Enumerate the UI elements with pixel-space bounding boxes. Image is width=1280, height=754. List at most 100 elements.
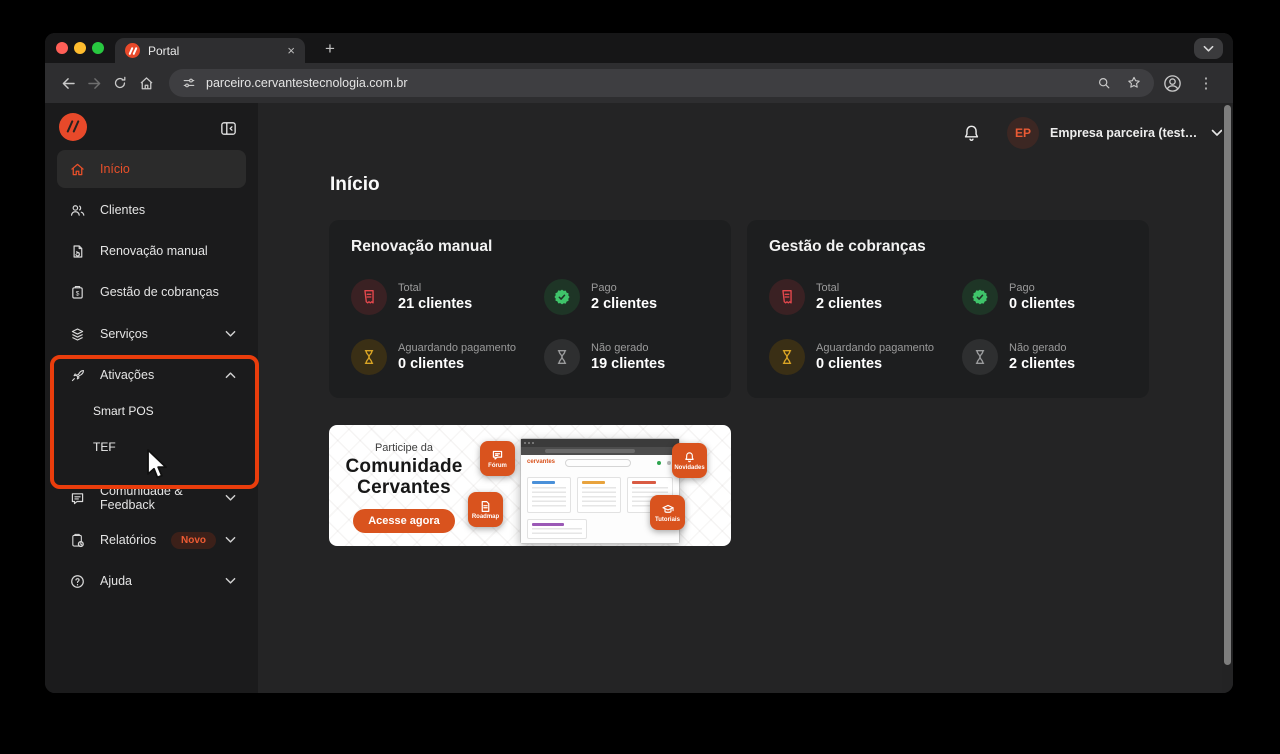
chat-icon (69, 489, 87, 507)
tab-search-button[interactable] (1194, 38, 1223, 59)
stat-total: Total 2 clientes (769, 279, 882, 315)
sidebar-item-ajuda[interactable]: Ajuda (57, 562, 246, 600)
new-tab-button[interactable]: + (325, 39, 335, 59)
sidebar-item-label: Clientes (100, 203, 146, 217)
collapse-sidebar-icon[interactable] (219, 119, 238, 143)
roadmap-file-icon (481, 500, 490, 512)
billing-clipboard-icon: $ (69, 283, 87, 301)
chevron-up-icon (225, 371, 236, 379)
hourglass-icon (962, 339, 998, 375)
stat-label: Aguardando pagamento (816, 342, 935, 354)
stat-pago: Pago 0 clientes (962, 279, 1075, 315)
reload-button[interactable] (107, 70, 133, 96)
header-right: EP Empresa parceira (test… (961, 117, 1223, 149)
sidebar-subitem-tef[interactable]: TEF (57, 429, 246, 465)
roadmap-tile[interactable]: Roadmap (468, 492, 503, 527)
cervantes-favicon (125, 43, 140, 58)
stat-label: Não gerado (591, 342, 649, 354)
sidebar-item-relatorios[interactable]: Relatórios Novo (57, 521, 246, 559)
stat-label: Aguardando pagamento (398, 342, 517, 354)
fullscreen-window-button[interactable] (92, 42, 104, 54)
banner-cta-button[interactable]: Acesse agora (353, 509, 455, 533)
account-avatar[interactable]: EP (1007, 117, 1039, 149)
stat-total: Total 21 clientes (351, 279, 472, 315)
sidebar-item-inicio[interactable]: Início (57, 150, 246, 188)
novidades-tile[interactable]: Novidades (672, 443, 707, 478)
stat-label: Pago (1009, 282, 1035, 294)
search-icon[interactable] (1096, 75, 1112, 91)
chevron-down-icon (1203, 45, 1214, 52)
sidebar-subitem-label: Smart POS (93, 404, 154, 418)
sidebar-item-gestao-cobrancas[interactable]: $ Gestão de cobranças (57, 273, 246, 311)
stat-label: Total (398, 282, 422, 294)
card-gestao-cobrancas: Gestão de cobranças Total 2 clientes Pag… (747, 220, 1149, 398)
home-icon (69, 160, 87, 178)
tile-label: Tutoriais (655, 516, 680, 523)
stat-value: 2 clientes (1009, 356, 1076, 372)
card-title: Renovação manual (351, 238, 493, 255)
novo-badge: Novo (171, 531, 216, 549)
home-button[interactable] (133, 70, 159, 96)
sidebar-item-renovacao-manual[interactable]: Renovação manual (57, 232, 246, 270)
forward-button[interactable] (81, 70, 107, 96)
hourglass-icon (769, 339, 805, 375)
sidebar-subitem-label: TEF (93, 440, 116, 454)
stat-nao-gerado: Não gerado 2 clientes (962, 339, 1075, 375)
account-name[interactable]: Empresa parceira (test… (1050, 126, 1197, 140)
site-settings-icon[interactable] (181, 75, 197, 91)
chevron-down-icon (225, 577, 236, 585)
profile-icon[interactable] (1162, 73, 1183, 94)
cervantes-logo (59, 113, 87, 141)
tile-label: Novidades (674, 464, 705, 471)
hourglass-icon (351, 339, 387, 375)
sidebar-item-comunidade-feedback[interactable]: Comunidade & Feedback (57, 479, 246, 517)
stat-label: Pago (591, 282, 617, 294)
preview-logo: cervantes (527, 459, 556, 465)
graduation-cap-icon (661, 504, 674, 513)
browser-toolbar: parceiro.cervantestecnologia.com.br ⋮ (45, 63, 1233, 103)
svg-text:$: $ (76, 290, 80, 297)
sidebar-item-label: Serviços (100, 327, 148, 341)
back-button[interactable] (55, 70, 81, 96)
address-bar[interactable]: parceiro.cervantestecnologia.com.br (169, 69, 1154, 97)
close-window-button[interactable] (56, 42, 68, 54)
tutoriais-tile[interactable]: Tutoriais (650, 495, 685, 530)
banner-title-line1: Comunidade (345, 456, 463, 477)
scrollbar-thumb[interactable] (1224, 105, 1231, 665)
receipt-icon (769, 279, 805, 315)
seal-check-icon (962, 279, 998, 315)
rocket-icon (69, 366, 87, 384)
tile-label: Fórum (488, 462, 507, 469)
chevron-down-icon (225, 330, 236, 338)
sidebar-item-label: Ativações (100, 368, 155, 382)
stat-label: Total (816, 282, 840, 294)
chevron-down-icon (225, 494, 236, 502)
sidebar-item-label: Início (100, 162, 130, 176)
sidebar-item-label: Comunidade & Feedback (100, 484, 183, 512)
community-banner[interactable]: Participe da Comunidade Cervantes Acesse… (329, 425, 731, 546)
minimize-window-button[interactable] (74, 42, 86, 54)
browser-menu-icon[interactable]: ⋮ (1193, 70, 1219, 96)
sidebar-item-servicos[interactable]: Serviços (57, 315, 246, 353)
page-scrollbar[interactable] (1222, 103, 1233, 693)
close-tab-icon[interactable]: × (287, 44, 295, 57)
tab-portal[interactable]: Portal × (115, 38, 305, 63)
page-title: Início (330, 174, 380, 195)
stat-value: 19 clientes (591, 356, 666, 372)
tab-strip: Portal × + (45, 33, 1233, 63)
sidebar-item-clientes[interactable]: Clientes (57, 191, 246, 229)
help-icon (69, 572, 87, 590)
stat-value: 21 clientes (398, 296, 473, 312)
banner-text-block: Participe da Comunidade Cervantes Acesse… (339, 442, 469, 533)
sidebar-item-ativacoes[interactable]: Ativações (57, 356, 246, 394)
sidebar-subitem-smart-pos[interactable]: Smart POS (57, 393, 246, 429)
document-renew-icon (69, 242, 87, 260)
stat-label: Não gerado (1009, 342, 1067, 354)
forum-tile[interactable]: Fórum (480, 441, 515, 476)
bookmark-star-icon[interactable] (1126, 75, 1142, 91)
notifications-bell-icon[interactable] (961, 123, 982, 144)
sidebar-item-label: Gestão de cobranças (100, 285, 219, 299)
sidebar-item-label: Renovação manual (100, 244, 208, 258)
card-title: Gestão de cobranças (769, 238, 926, 255)
layers-icon (69, 325, 87, 343)
